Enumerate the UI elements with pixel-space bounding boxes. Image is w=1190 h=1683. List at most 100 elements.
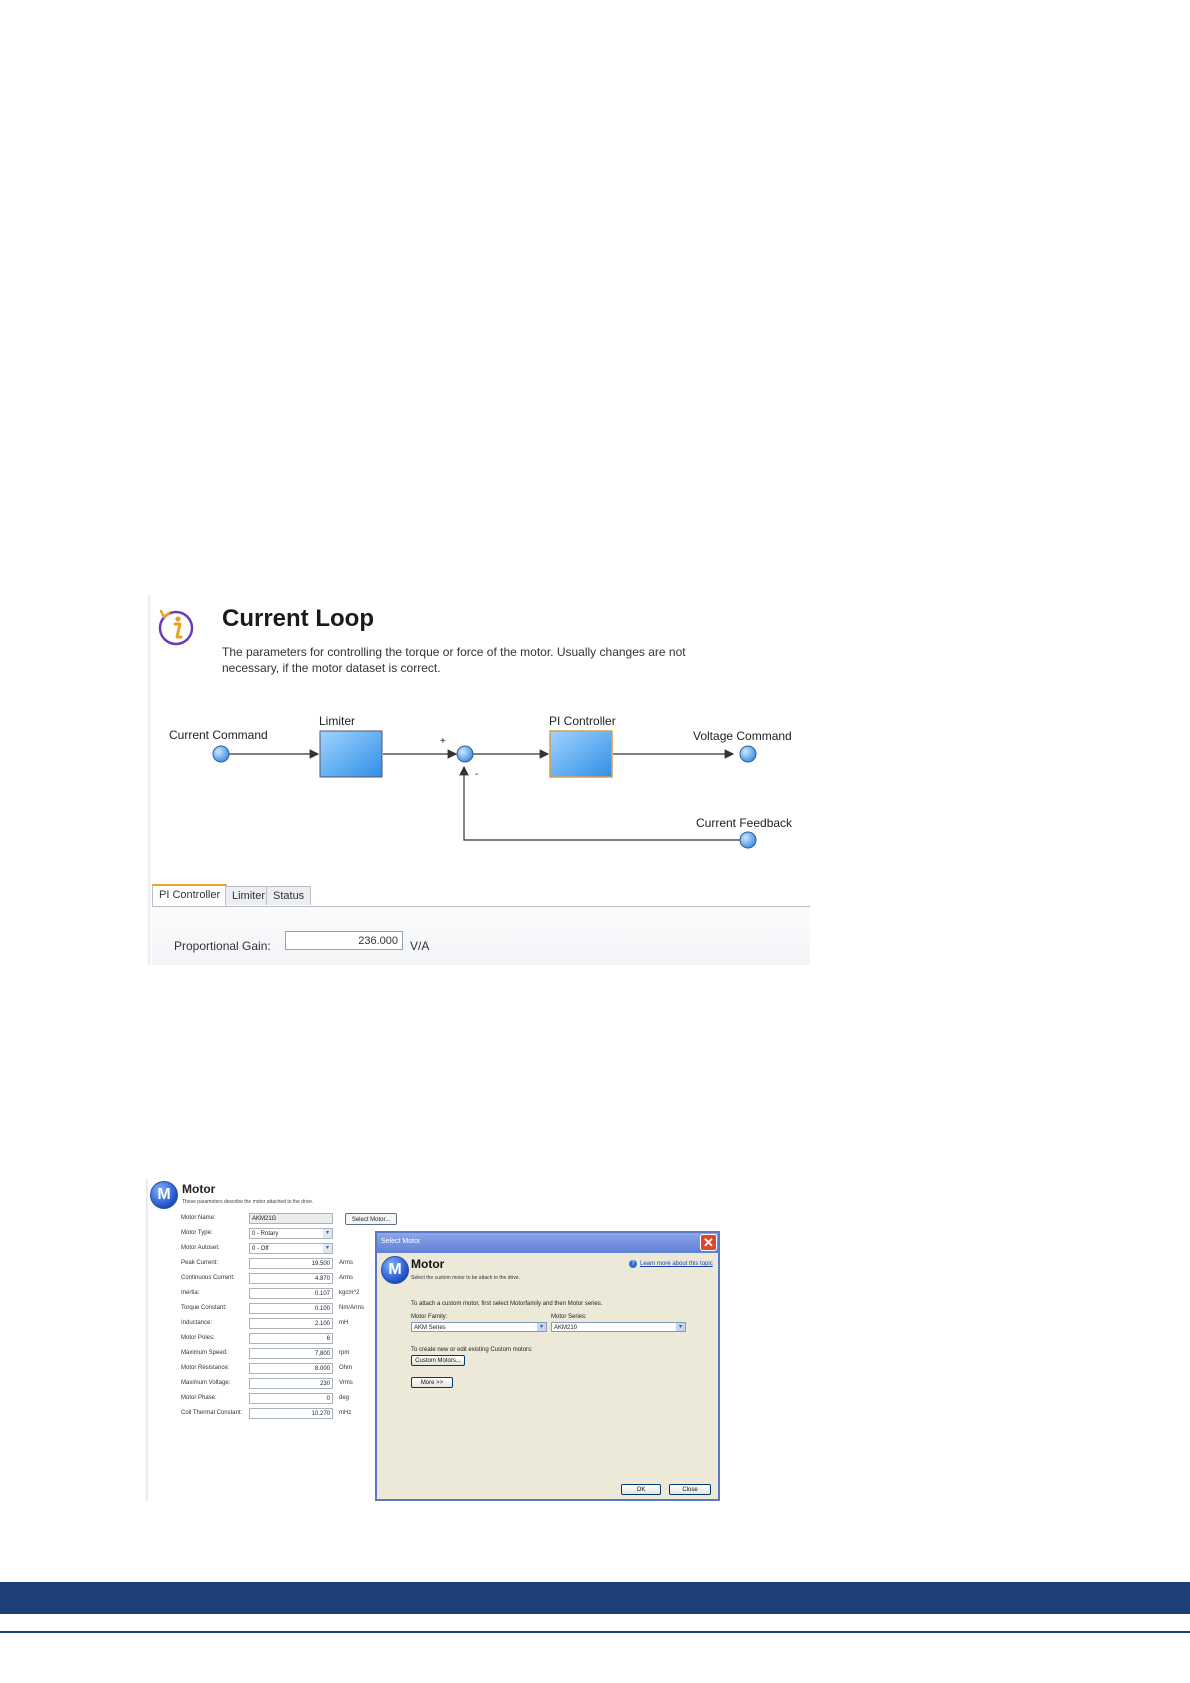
help-link[interactable]: ? Learn more about this topic (629, 1260, 713, 1268)
param-label: Maximum Voltage: (181, 1380, 231, 1386)
motor-subtitle: These parameters describe the motor atta… (182, 1199, 314, 1205)
tab-pi-controller[interactable]: PI Controller (152, 884, 228, 906)
peak-current-field[interactable]: 19.500 (249, 1258, 333, 1269)
tab-bar: PI Controller Limiter Status (152, 884, 810, 906)
param-unit: deg (339, 1395, 350, 1401)
motor-poles-field[interactable]: 6 (249, 1333, 333, 1344)
param-label: Coil Thermal Constant: (181, 1410, 243, 1416)
motor-logo-icon: M (150, 1181, 178, 1209)
motor-screenshot: M Motor These parameters describe the mo… (146, 1179, 720, 1501)
motor-series-value: AKM210 (554, 1325, 578, 1331)
param-label: Maximum Speed: (181, 1350, 228, 1356)
dialog-window-title: Select Motor (381, 1238, 421, 1245)
torque-constant-field[interactable]: 0.100 (249, 1303, 333, 1314)
param-label: Torque Constant: (181, 1305, 227, 1311)
param-label: Continuous Current: (181, 1275, 235, 1281)
motor-series-select[interactable]: AKM210 ▾ (551, 1322, 686, 1332)
dialog-title: Motor (411, 1257, 445, 1271)
param-unit: kgcm^2 (339, 1290, 360, 1296)
param-unit: rpm (339, 1350, 350, 1356)
tab-limiter[interactable]: Limiter (225, 886, 273, 905)
param-label: Motor Type: (181, 1230, 213, 1236)
motor-name-field[interactable]: AKM21G (249, 1213, 333, 1224)
panel-edge (146, 1179, 149, 1501)
param-unit: Arms (339, 1260, 353, 1266)
param-unit: mH (339, 1320, 349, 1326)
pi-controller-block (549, 730, 613, 778)
inertia-field[interactable]: 0.107 (249, 1288, 333, 1299)
close-icon[interactable]: ✕ (700, 1234, 717, 1251)
param-label: Inertia: (181, 1290, 200, 1296)
param-label: Motor Resistance: (181, 1365, 230, 1371)
plus-sign: + (440, 736, 446, 747)
maximum-speed-field[interactable]: 7,800 (249, 1348, 333, 1359)
param-label: Peak Current: (181, 1260, 219, 1266)
minus-sign: - (475, 769, 478, 780)
summing-junction (456, 745, 474, 763)
motor-type-value: 0 - Rotary (252, 1231, 279, 1237)
chevron-down-icon[interactable]: ▾ (323, 1229, 332, 1238)
voltage-command-label: Voltage Command (693, 729, 792, 743)
current-feedback-label: Current Feedback (696, 816, 793, 830)
param-unit: mHz (339, 1410, 352, 1416)
motor-family-label: Motor Family: (411, 1314, 448, 1320)
continuous-current-field[interactable]: 4.870 (249, 1273, 333, 1284)
coil-thermal-constant-field[interactable]: 10.270 (249, 1408, 333, 1419)
current-command-label: Current Command (169, 728, 268, 742)
more-button[interactable]: More >> (411, 1377, 453, 1388)
param-label: Motor Autoset: (181, 1245, 220, 1251)
select-motor-dialog: Select Motor ✕ M Motor Select the custom… (375, 1231, 720, 1501)
param-label: Inductance: (181, 1320, 213, 1326)
limiter-label: Limiter (319, 714, 355, 728)
footer-band (0, 1582, 1190, 1614)
proportional-gain-unit: V/A (410, 939, 430, 953)
current-loop-screenshot: Current Loop The parameters for controll… (148, 595, 810, 965)
param-unit: Vrms (339, 1380, 353, 1386)
help-icon: ? (629, 1260, 637, 1268)
inductance-field[interactable]: 2.100 (249, 1318, 333, 1329)
ok-button[interactable]: OK (621, 1484, 661, 1495)
create-custom-text: To create new or edit existing Custom mo… (411, 1347, 533, 1353)
close-button[interactable]: Close (669, 1484, 711, 1495)
motor-autoset-value: 0 - Off (252, 1246, 269, 1252)
motor-title: Motor (182, 1182, 216, 1196)
chevron-down-icon[interactable]: ▾ (676, 1323, 685, 1331)
motor-series-label: Motor Series: (551, 1314, 587, 1320)
motor-autoset-select[interactable]: 0 - Off ▾ (249, 1243, 333, 1254)
current-command-node (212, 745, 230, 763)
maximum-voltage-field[interactable]: 230 (249, 1378, 333, 1389)
info-icon (158, 609, 194, 646)
custom-motors-button[interactable]: Custom Motors... (411, 1355, 465, 1366)
param-label: Motor Poles: (181, 1335, 215, 1341)
motor-type-select[interactable]: 0 - Rotary ▾ (249, 1228, 333, 1239)
chevron-down-icon[interactable]: ▾ (537, 1323, 546, 1331)
dialog-subtitle: Select the custom motor to be attach to … (411, 1275, 520, 1281)
footer-rule (0, 1631, 1190, 1633)
current-loop-diagram: Current Command Limiter PI Controller Vo… (169, 714, 793, 849)
pi-controller-label: PI Controller (549, 714, 616, 728)
motor-resistance-field[interactable]: 8.000 (249, 1363, 333, 1374)
chevron-down-icon[interactable]: ▾ (323, 1244, 332, 1253)
page-title: Current Loop (222, 605, 374, 632)
motor-phase-field[interactable]: 0 (249, 1393, 333, 1404)
dialog-titlebar[interactable]: Select Motor ✕ (377, 1233, 718, 1253)
param-unit: Ohm (339, 1365, 353, 1371)
proportional-gain-input[interactable]: 236.000 (285, 931, 403, 950)
param-unit: Nm/Arms (339, 1305, 364, 1311)
proportional-gain-label: Proportional Gain: (174, 939, 271, 953)
limiter-block (319, 730, 383, 778)
instruction-text: To attach a custom motor, first select M… (411, 1301, 603, 1307)
voltage-command-node (739, 745, 757, 763)
page-description: The parameters for controlling the torqu… (222, 645, 686, 675)
current-feedback-node (739, 831, 757, 849)
param-label: Motor Name: (181, 1215, 216, 1221)
tab-panel (152, 906, 810, 965)
help-link-text: Learn more about this topic (640, 1261, 713, 1267)
param-unit: Arms (339, 1275, 353, 1281)
select-motor-button[interactable]: Select Motor... (345, 1213, 397, 1225)
param-label: Motor Phase: (181, 1395, 217, 1401)
motor-family-value: AKM Series (414, 1325, 446, 1331)
tab-status[interactable]: Status (266, 886, 312, 905)
motor-family-select[interactable]: AKM Series ▾ (411, 1322, 547, 1332)
motor-logo-icon: M (381, 1256, 409, 1284)
